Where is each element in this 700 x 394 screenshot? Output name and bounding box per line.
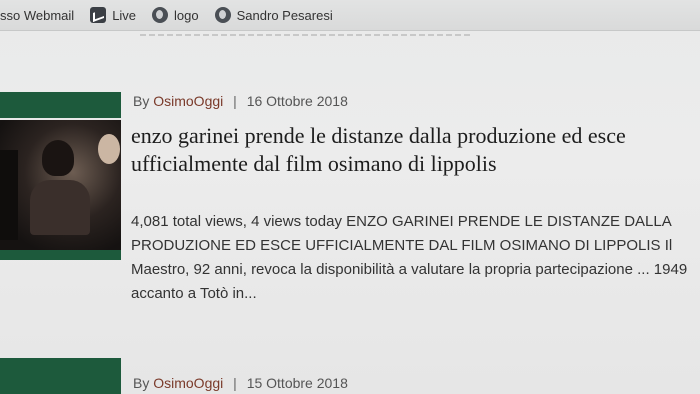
bookmark-label: Live <box>112 7 137 23</box>
author-link[interactable]: OsimoOggi <box>153 93 223 109</box>
article-title[interactable]: enzo garinei prende le distanze dalla pr… <box>131 122 696 178</box>
article-thumbnail-frame[interactable] <box>0 358 121 394</box>
by-label: By <box>133 375 150 391</box>
globe-icon <box>152 7 169 23</box>
bookmarks-bar: sso Webmail Live logo Sandro Pesaresi <box>0 0 700 31</box>
live-icon <box>90 7 107 23</box>
bookmark-logo[interactable]: logo <box>152 7 199 23</box>
article-date: 16 Ottobre 2018 <box>246 93 348 109</box>
meta-separator: | <box>233 375 237 391</box>
article-excerpt: 4,081 total views, 4 views today ENZO GA… <box>131 213 688 302</box>
bookmark-label: Sandro Pesaresi <box>236 7 333 23</box>
author-link[interactable]: OsimoOggi <box>153 375 223 391</box>
bookmark-label: sso Webmail <box>0 7 75 23</box>
article-meta: By OsimoOggi | 15 Ottobre 2018 <box>133 375 348 391</box>
article-meta: By OsimoOggi | 16 Ottobre 2018 <box>133 93 348 109</box>
by-label: By <box>133 93 150 109</box>
article-date: 15 Ottobre 2018 <box>246 375 348 391</box>
article-thumbnail-image[interactable] <box>0 118 121 250</box>
globe-icon <box>214 7 231 23</box>
meta-separator: | <box>233 93 237 109</box>
divider <box>140 34 470 36</box>
bookmark-label: logo <box>174 7 199 23</box>
bookmark-sandro[interactable]: Sandro Pesaresi <box>214 7 333 23</box>
bookmark-webmail[interactable]: sso Webmail <box>0 8 74 23</box>
bookmark-live[interactable]: Live <box>90 7 136 23</box>
